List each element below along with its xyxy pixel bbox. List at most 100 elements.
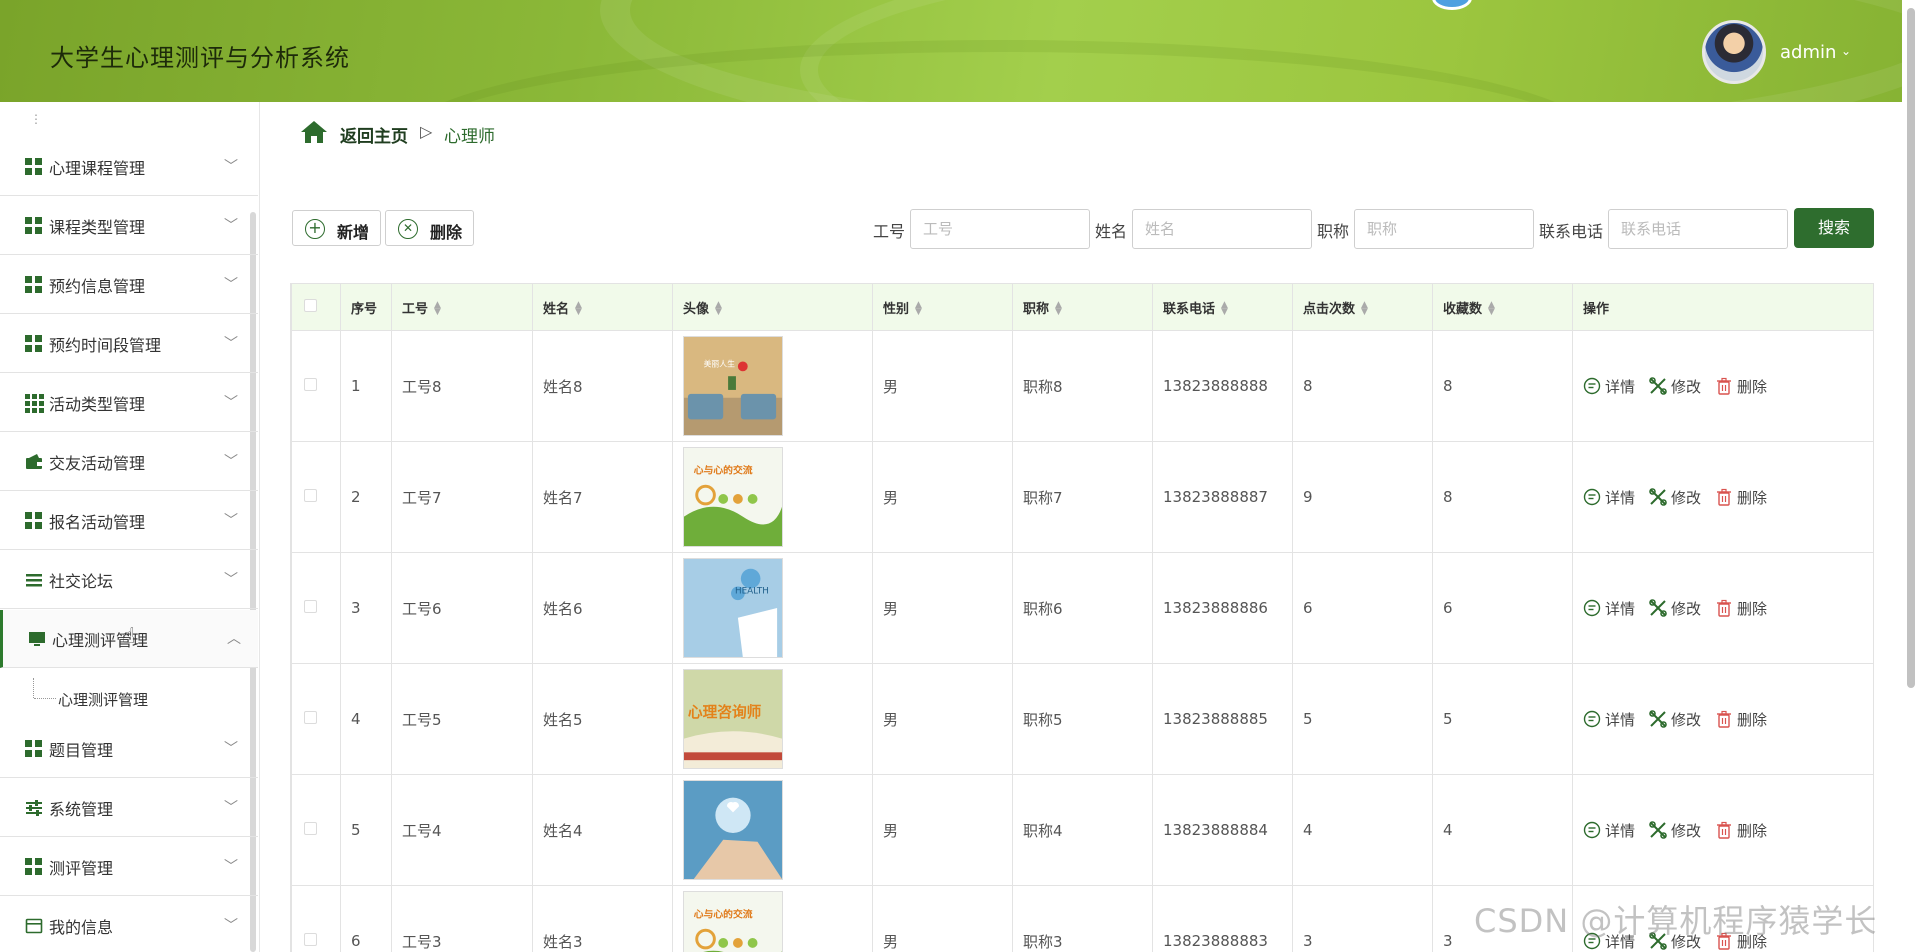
sidebar-item[interactable]: 题目管理 ﹀ [0,720,258,778]
column-header[interactable]: 点击次数 ▲ ▼ [1292,283,1433,331]
row-delete-button[interactable]: 删除 [1715,820,1767,841]
edit-button[interactable]: 修改 [1649,820,1701,841]
table-row[interactable]: 2 工号7 姓名7 心与心的交流 男职称7 13823888887 9 8 详情 修改 删除 [291,441,1873,553]
avatar-cell[interactable]: 心与心的交流 [672,885,873,952]
sidebar-item[interactable]: 社交论坛 ﹀ [0,551,258,609]
detail-button[interactable]: 详情 [1583,820,1635,841]
sidebar-item[interactable]: 我的信息 ﹀ [0,897,258,952]
select-all-checkbox[interactable] [304,298,317,312]
sidebar-item[interactable]: 活动类型管理 ﹀ [0,374,258,432]
sidebar-item[interactable]: 预约信息管理 ﹀ [0,256,258,314]
sidebar-item[interactable]: 测评管理 ﹀ [0,838,258,896]
row-checkbox[interactable] [304,489,317,502]
avatar-cell[interactable]: 美丽人生 [672,330,873,442]
sort-icon[interactable]: ▲ ▼ [1055,301,1062,317]
column-header[interactable]: 职称 ▲ ▼ [1012,283,1153,331]
chevron-down-icon[interactable]: ﹀ [224,392,238,412]
page-scrollbar[interactable] [1902,0,1920,952]
chevron-down-icon[interactable]: ﹀ [224,738,238,758]
search-button[interactable]: 搜索 [1794,208,1874,248]
chevron-down-icon[interactable]: ﹀ [224,156,238,176]
detail-button[interactable]: 详情 [1583,487,1635,508]
search-input-name[interactable] [1132,209,1312,249]
sort-icon[interactable]: ▲ ▼ [1361,301,1368,317]
row-delete-button[interactable]: 删除 [1715,487,1767,508]
sidebar-item[interactable]: 报名活动管理 ﹀ [0,492,258,550]
chevron-down-icon[interactable]: ﹀ [224,569,238,589]
row-select-cell[interactable] [291,885,341,952]
clicks-cell: 3 [1292,885,1433,952]
avatar-cell[interactable]: 心理咨询师 [672,663,873,775]
sort-icon[interactable]: ▲ ▼ [434,301,441,317]
row-select-cell[interactable] [291,330,341,442]
column-header[interactable]: 姓名 ▲ ▼ [532,283,673,331]
sidebar-subitem[interactable]: 心理测评管理 [0,678,258,718]
page-scrollbar-thumb[interactable] [1907,8,1915,688]
table-row[interactable]: 4 工号5 姓名5 心理咨询师男职称5 13823888885 5 5 详情 修改 删除 [291,663,1873,775]
table-row[interactable]: 5 工号4 姓名4 男职称4 13823888884 4 4 详情 修改 删除 [291,774,1873,886]
row-delete-button[interactable]: 删除 [1715,709,1767,730]
tree-line [33,678,34,698]
sidebar-item[interactable]: 系统管理 ﹀ [0,779,258,837]
home-icon[interactable] [300,120,328,144]
svg-text:HEALTH: HEALTH [735,586,769,596]
avatar-cell[interactable]: HEALTH [672,552,873,664]
detail-button[interactable]: 详情 [1583,598,1635,619]
sort-icon[interactable]: ▲ ▼ [1221,301,1228,317]
column-header[interactable]: 联系电话 ▲ ▼ [1152,283,1293,331]
edit-button[interactable]: 修改 [1649,598,1701,619]
avatar-cell[interactable] [672,774,873,886]
user-menu[interactable]: admin [1780,42,1836,63]
sidebar-item[interactable]: 心理课程管理 ﹀ [0,138,258,196]
column-header[interactable]: 收藏数 ▲ ▼ [1432,283,1573,331]
sort-icon[interactable]: ▲ ▼ [715,301,722,317]
chevron-down-icon[interactable]: ﹀ [224,451,238,471]
edit-button[interactable]: 修改 [1649,709,1701,730]
chevron-up-icon[interactable]: ︿ [227,628,241,648]
table-row[interactable]: 3 工号6 姓名6 HEALTH 男职称6 13823888886 6 6 详情 修改 删除 [291,552,1873,664]
row-checkbox[interactable] [304,822,317,835]
column-header[interactable]: 工号 ▲ ▼ [391,283,533,331]
row-select-cell[interactable] [291,441,341,553]
table-row[interactable]: 1 工号8 姓名8 美丽人生男职称8 13823888888 8 8 详情 修改 删除 [291,330,1873,442]
row-select-cell[interactable] [291,552,341,664]
row-checkbox[interactable] [304,600,317,613]
search-input-id[interactable] [910,209,1090,249]
add-button[interactable]: + 新增 [292,210,381,246]
gender-cell: 男 [872,885,1013,952]
sort-icon[interactable]: ▲ ▼ [575,301,582,317]
search-input-phone[interactable] [1608,209,1788,249]
chevron-down-icon[interactable]: ﹀ [224,510,238,530]
row-checkbox[interactable] [304,378,317,391]
row-checkbox[interactable] [304,933,317,946]
chevron-down-icon[interactable]: ﹀ [224,915,238,935]
column-header[interactable]: 头像 ▲ ▼ [672,283,873,331]
chevron-down-icon[interactable]: ﹀ [224,797,238,817]
sort-icon[interactable]: ▲ ▼ [915,301,922,317]
row-checkbox[interactable] [304,711,317,724]
column-header[interactable]: 性别 ▲ ▼ [872,283,1013,331]
row-delete-button[interactable]: 删除 [1715,598,1767,619]
avatar[interactable] [1702,20,1766,84]
sidebar-item[interactable]: 预约时间段管理 ﹀ [0,315,258,373]
delete-button[interactable]: ✕ 删除 [385,210,474,246]
detail-button[interactable]: 详情 [1583,376,1635,397]
search-input-title[interactable] [1354,209,1534,249]
detail-button[interactable]: 详情 [1583,709,1635,730]
row-delete-button[interactable]: 删除 [1715,376,1767,397]
chevron-down-icon[interactable]: ﹀ [224,856,238,876]
chevron-down-icon[interactable]: ⌄ [1841,44,1851,58]
chevron-down-icon[interactable]: ﹀ [224,274,238,294]
sidebar-item[interactable]: 课程类型管理 ﹀ [0,197,258,255]
chevron-down-icon[interactable]: ﹀ [224,215,238,235]
avatar-cell[interactable]: 心与心的交流 [672,441,873,553]
edit-button[interactable]: 修改 [1649,376,1701,397]
sidebar-item[interactable]: 交友活动管理 ﹀ [0,433,258,491]
row-select-cell[interactable] [291,663,341,775]
select-all-cell[interactable] [291,283,341,331]
breadcrumb-home-link[interactable]: 返回主页 [340,122,408,147]
edit-button[interactable]: 修改 [1649,487,1701,508]
row-select-cell[interactable] [291,774,341,886]
sort-icon[interactable]: ▲ ▼ [1488,301,1495,317]
chevron-down-icon[interactable]: ﹀ [224,333,238,353]
